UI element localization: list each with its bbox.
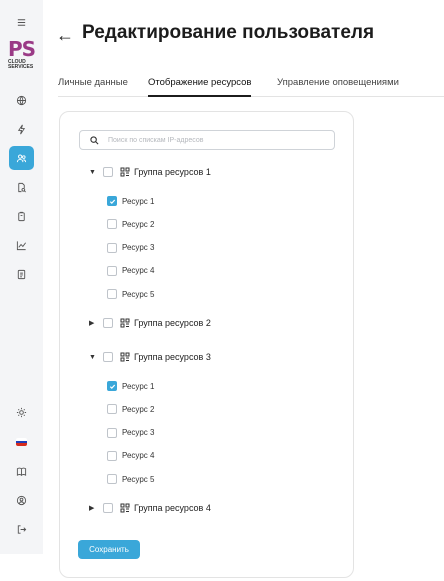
resource-row[interactable]: Ресурс 5 (107, 287, 154, 301)
search-icon (90, 135, 99, 144)
resource-group-row[interactable]: ▶ Группа ресурсов 4 (89, 501, 211, 515)
resource-group-label: Группа ресурсов 4 (134, 503, 211, 513)
search-field[interactable] (79, 130, 335, 150)
resource-row[interactable]: Ресурс 1 (107, 194, 154, 208)
resource-label: Ресурс 3 (122, 243, 155, 253)
resource-label: Ресурс 4 (122, 266, 155, 276)
resource-group-icon (113, 318, 130, 328)
lightning-icon[interactable] (9, 117, 34, 141)
tab-notifications[interactable]: Управление оповещениями (277, 77, 399, 97)
chart-icon[interactable] (9, 233, 34, 257)
tab-personal-data[interactable]: Личные данные (58, 77, 128, 97)
resource-row[interactable]: Ресурс 2 (107, 217, 154, 231)
resource-checkbox[interactable] (107, 474, 117, 485)
save-button[interactable]: Сохранить (78, 540, 140, 559)
resource-group-label: Группа ресурсов 2 (134, 318, 211, 328)
resource-checkbox[interactable] (107, 219, 117, 230)
resources-card: ▼ Группа ресурсов 1 Ресурс 1 Ресурс 2 Ресурс… (59, 111, 354, 578)
resource-checkbox[interactable] (107, 450, 117, 461)
resource-label: Ресурс 1 (122, 381, 155, 391)
sidebar: PS CLOUD SERVICES (0, 0, 43, 554)
tab-resource-display[interactable]: Отображение ресурсов (148, 77, 252, 97)
group-checkbox[interactable] (103, 503, 113, 513)
logout-icon[interactable] (9, 517, 34, 541)
resource-group-icon (113, 167, 130, 177)
resource-row[interactable]: Ресурс 2 (107, 402, 154, 416)
caret-right-icon[interactable]: ▶ (89, 504, 97, 512)
resource-group-label: Группа ресурсов 1 (134, 167, 211, 177)
user-circle-icon[interactable] (9, 488, 34, 512)
resource-checkbox[interactable] (107, 404, 117, 415)
resource-row[interactable]: Ресурс 3 (107, 426, 154, 440)
caret-down-icon[interactable]: ▼ (89, 169, 97, 176)
resource-row[interactable]: Ресурс 1 (107, 379, 154, 393)
users-icon[interactable] (9, 146, 34, 170)
book-icon[interactable] (9, 459, 34, 483)
caret-right-icon[interactable]: ▶ (89, 319, 97, 327)
resource-row[interactable]: Ресурс 5 (107, 472, 154, 486)
group-checkbox[interactable] (103, 352, 113, 362)
resource-row[interactable]: Ресурс 3 (107, 241, 154, 255)
clipboard-icon[interactable] (9, 204, 34, 228)
resource-label: Ресурс 5 (122, 474, 155, 484)
resource-checkbox[interactable] (107, 265, 117, 276)
resource-label: Ресурс 2 (122, 219, 155, 229)
resource-checkbox[interactable] (107, 289, 117, 300)
resource-label: Ресурс 1 (122, 196, 155, 206)
resource-group-row[interactable]: ▼ Группа ресурсов 3 (89, 350, 211, 364)
resource-label: Ресурс 3 (122, 428, 155, 438)
sun-icon[interactable] (9, 400, 34, 424)
search-input[interactable] (108, 136, 328, 144)
resource-checkbox[interactable] (107, 381, 117, 391)
resource-checkbox[interactable] (107, 196, 117, 206)
resource-checkbox[interactable] (107, 242, 117, 253)
page-title: Редактирование пользователя (82, 22, 375, 43)
group-checkbox[interactable] (103, 318, 113, 328)
resource-group-icon (113, 503, 130, 513)
resource-row[interactable]: Ресурс 4 (107, 264, 154, 278)
logo-brand: PS (8, 37, 36, 61)
resource-group-row[interactable]: ▼ Группа ресурсов 1 (89, 165, 211, 179)
tab-bar: Личные данные Отображение ресурсов Управ… (58, 77, 444, 97)
resource-group-label: Группа ресурсов 3 (134, 352, 211, 362)
resource-label: Ресурс 2 (122, 404, 155, 414)
resource-label: Ресурс 4 (122, 451, 155, 461)
document-search-icon[interactable] (9, 175, 34, 199)
logo-subtitle: CLOUD SERVICES (8, 59, 34, 70)
resource-checkbox[interactable] (107, 427, 117, 438)
resource-group-row[interactable]: ▶ Группа ресурсов 2 (89, 316, 211, 330)
resource-label: Ресурс 5 (122, 289, 155, 299)
menu-icon[interactable] (9, 10, 34, 34)
group-checkbox[interactable] (103, 167, 113, 177)
globe-icon[interactable] (9, 88, 34, 112)
back-arrow-icon[interactable]: ← (56, 25, 74, 46)
resource-row[interactable]: Ресурс 4 (107, 449, 154, 463)
logo: PS CLOUD SERVICES (8, 39, 36, 70)
report-icon[interactable] (9, 262, 34, 286)
caret-down-icon[interactable]: ▼ (89, 354, 97, 361)
resource-group-icon (113, 352, 130, 362)
flag-ru-icon[interactable] (16, 438, 27, 446)
